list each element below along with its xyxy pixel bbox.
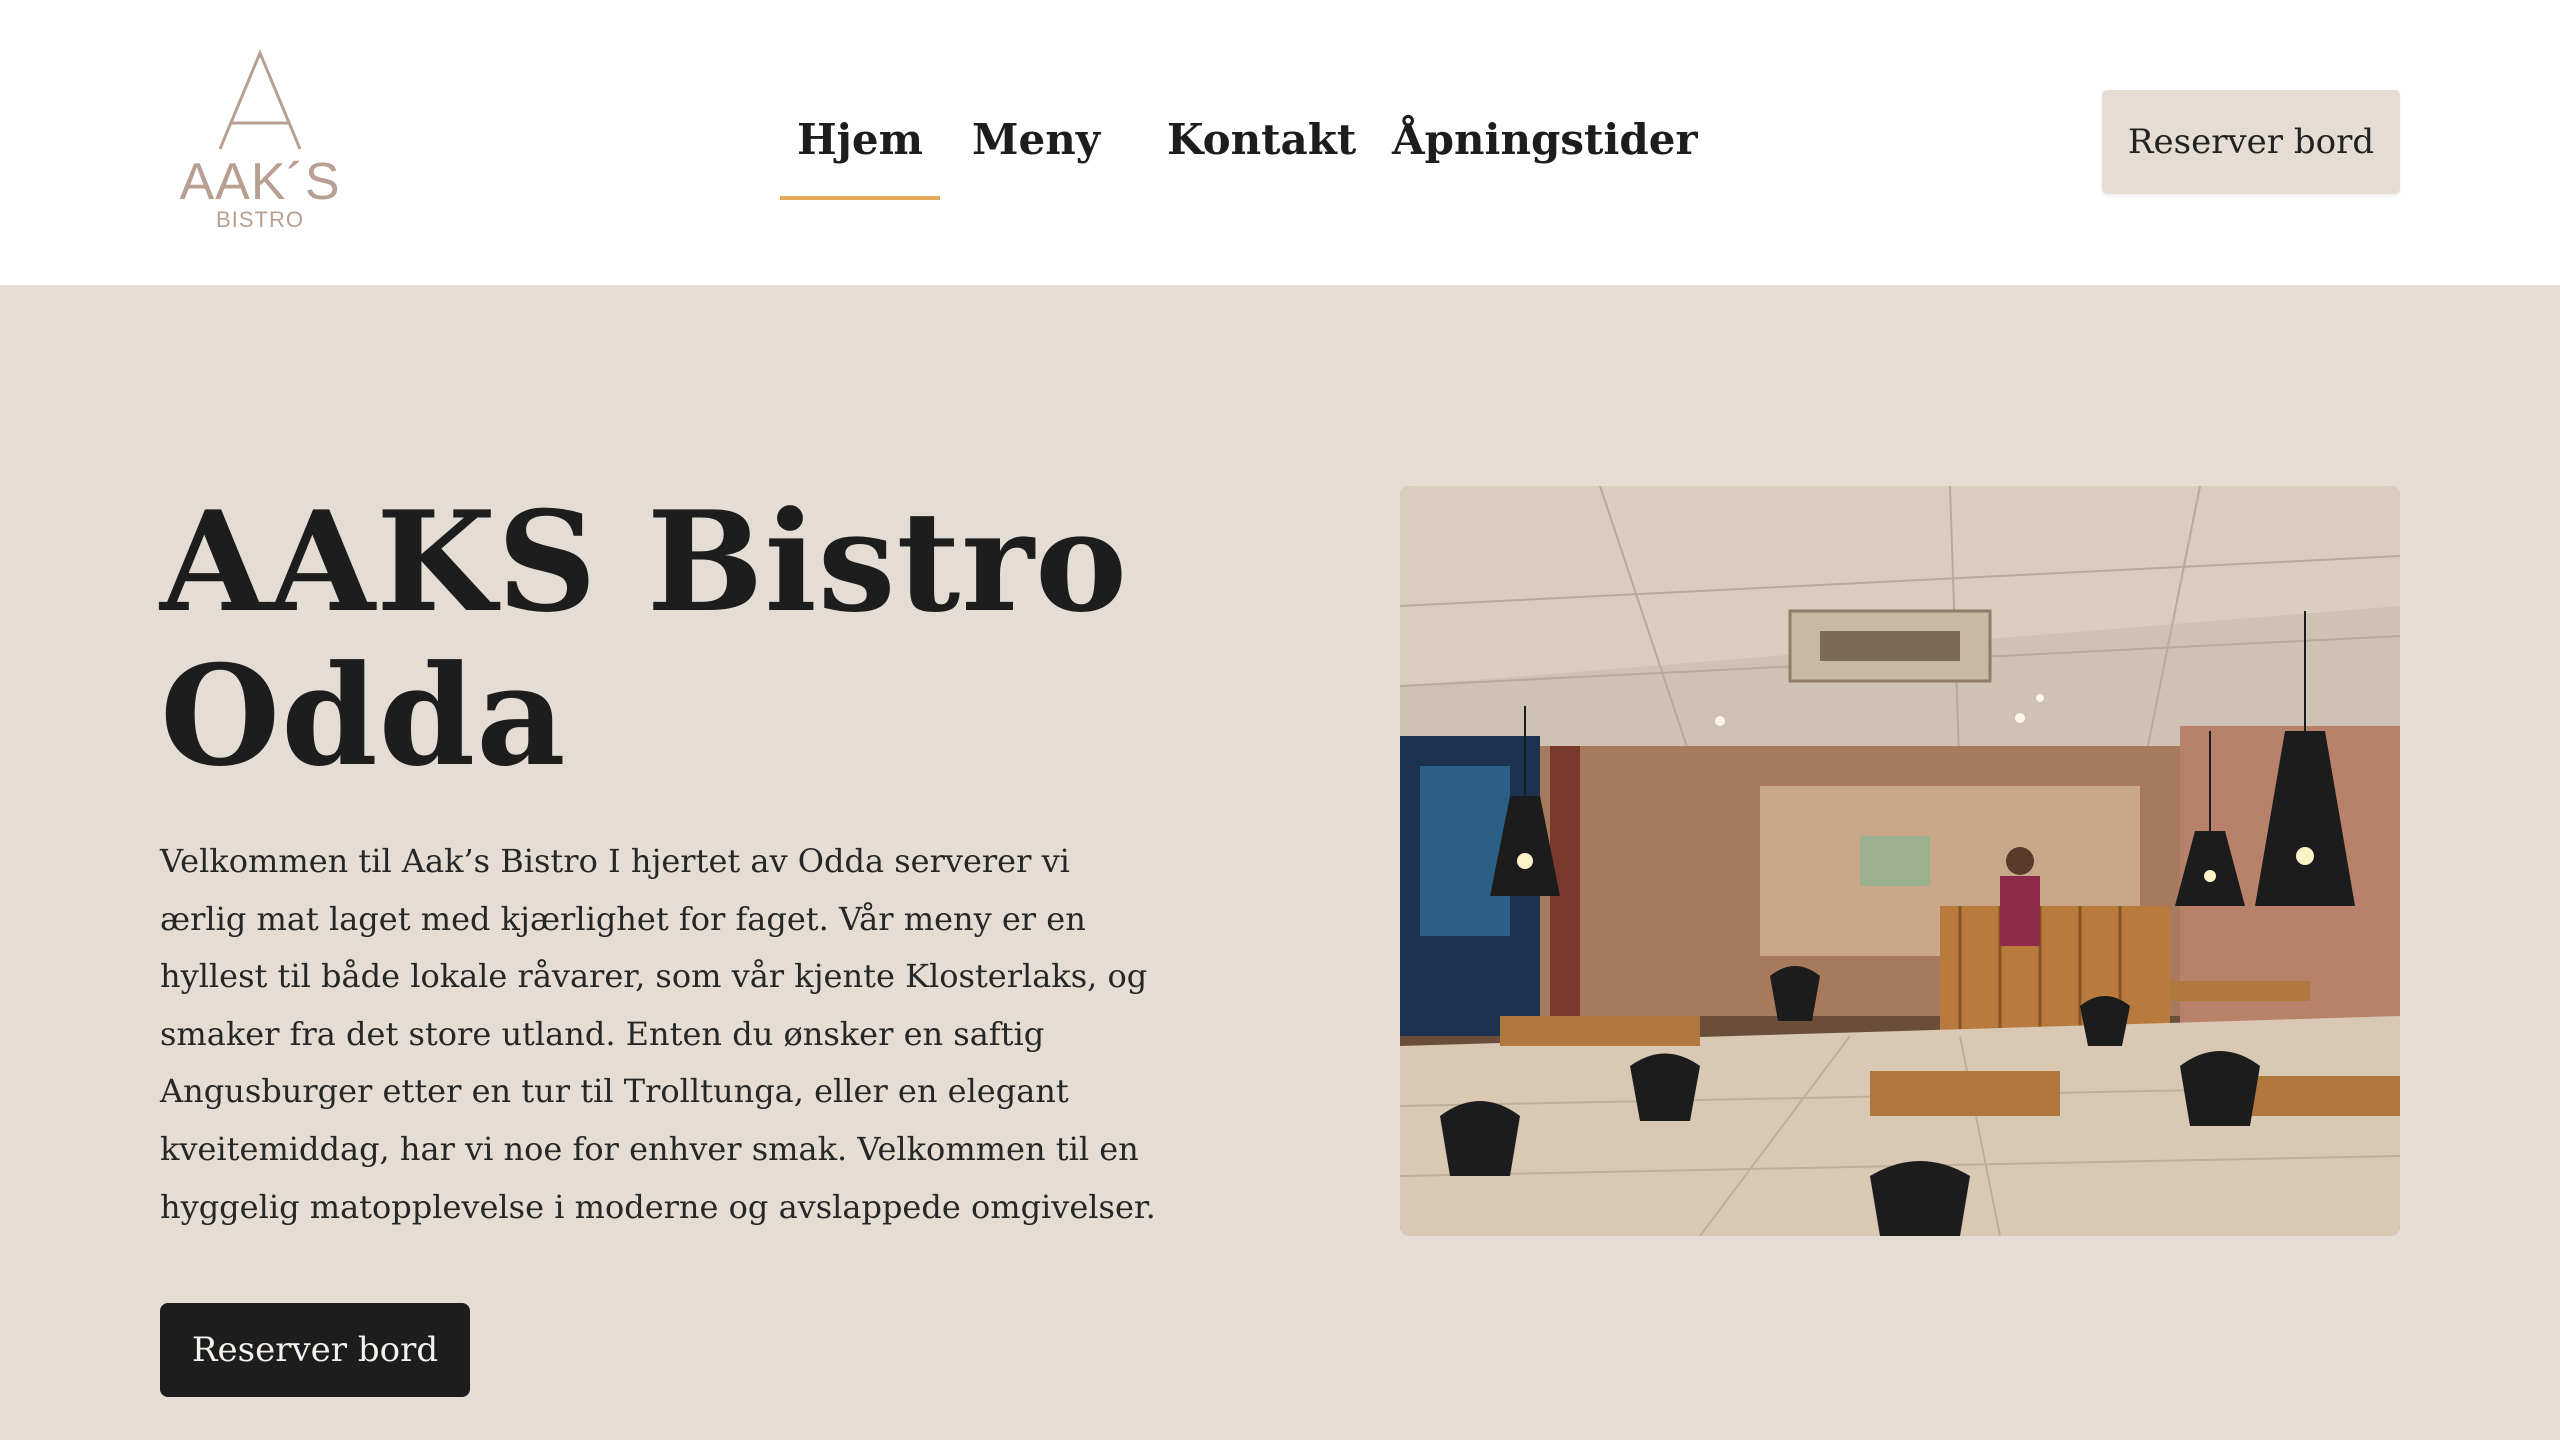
page-title: AAKS Bistro Odda <box>160 485 1128 793</box>
title-line-2: Odda <box>160 634 567 797</box>
nav-item-kontakt[interactable]: Kontakt <box>1150 110 1373 200</box>
restaurant-photo-image <box>1400 486 2400 1236</box>
reserve-button[interactable]: Reserver bord <box>160 1303 470 1397</box>
restaurant-interior-photo <box>1400 486 2400 1236</box>
title-line-1: AAKS Bistro <box>160 480 1129 643</box>
logo[interactable]: AAK´S BISTRO <box>160 45 360 245</box>
nav-item-meny[interactable]: Meny <box>955 110 1117 200</box>
header-reserve-button[interactable]: Reserver bord <box>2102 90 2400 194</box>
logo-subtitle: BISTRO <box>216 207 304 232</box>
site-header: AAK´S BISTRO Hjem Meny Kontakt Åpningsti… <box>0 0 2560 285</box>
logo-name: AAK´S <box>179 153 341 211</box>
intro-text: Velkommen til Aak’s Bistro I hjertet av … <box>160 842 1156 1226</box>
nav-item-hjem[interactable]: Hjem <box>780 110 941 200</box>
nav-item-apningstider[interactable]: Åpningstider <box>1375 110 1715 200</box>
